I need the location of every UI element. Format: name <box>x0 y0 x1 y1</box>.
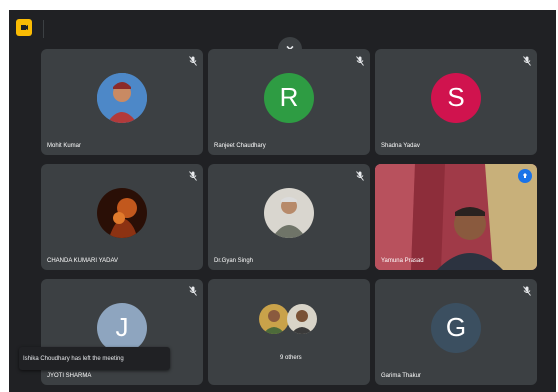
notification-toast: Ishika Choudhary has left the meeting <box>19 347 170 370</box>
others-tile[interactable]: 9 others <box>208 279 370 385</box>
avatar: G <box>431 302 481 353</box>
pin-icon[interactable] <box>518 169 532 183</box>
mic-off-icon <box>356 171 364 181</box>
participant-name: Dr.Gyan Singh <box>214 258 254 264</box>
avatar: S <box>431 72 481 123</box>
participant-name: Mohit Kumar <box>47 143 82 149</box>
mic-off-icon <box>189 171 197 181</box>
mic-off-icon <box>189 286 197 296</box>
others-count-label: 9 others <box>280 355 302 361</box>
participant-tile[interactable]: R Ranjeet Chaudhary <box>208 49 370 155</box>
avatar <box>97 187 147 238</box>
participant-tile[interactable]: Dr.Gyan Singh <box>208 164 370 270</box>
video-feed <box>375 164 537 270</box>
participant-name: Ranjeet Chaudhary <box>214 143 266 149</box>
mic-off-icon <box>356 56 364 66</box>
divider <box>43 20 44 38</box>
app-logo-icon[interactable] <box>16 19 32 36</box>
avatar <box>259 304 289 334</box>
avatar: R <box>264 72 314 123</box>
avatar <box>264 187 314 238</box>
meeting-window: × Mohit Kumar R Ranjeet Chaudhary S Shad… <box>9 10 556 392</box>
participant-name: Yamuna Prasad <box>381 258 424 264</box>
participant-name: CHANDA KUMARI YADAV <box>47 258 119 264</box>
avatar: J <box>97 302 147 353</box>
participant-tile[interactable]: S Shadna Yadav <box>375 49 537 155</box>
mic-off-icon <box>523 286 531 296</box>
participant-tile[interactable]: G Garima Thakur <box>375 279 537 385</box>
participant-name: Shadna Yadav <box>381 143 420 149</box>
mic-off-icon <box>523 56 531 66</box>
mic-off-icon <box>189 56 197 66</box>
participant-video-tile[interactable]: Yamuna Prasad <box>375 164 537 270</box>
participant-tile[interactable]: CHANDA KUMARI YADAV <box>41 164 203 270</box>
participant-name: Garima Thakur <box>381 373 421 379</box>
avatar <box>287 304 317 334</box>
participant-tile[interactable]: Mohit Kumar <box>41 49 203 155</box>
avatar <box>97 72 147 123</box>
participant-name: JYOTI SHARMA <box>47 373 92 379</box>
